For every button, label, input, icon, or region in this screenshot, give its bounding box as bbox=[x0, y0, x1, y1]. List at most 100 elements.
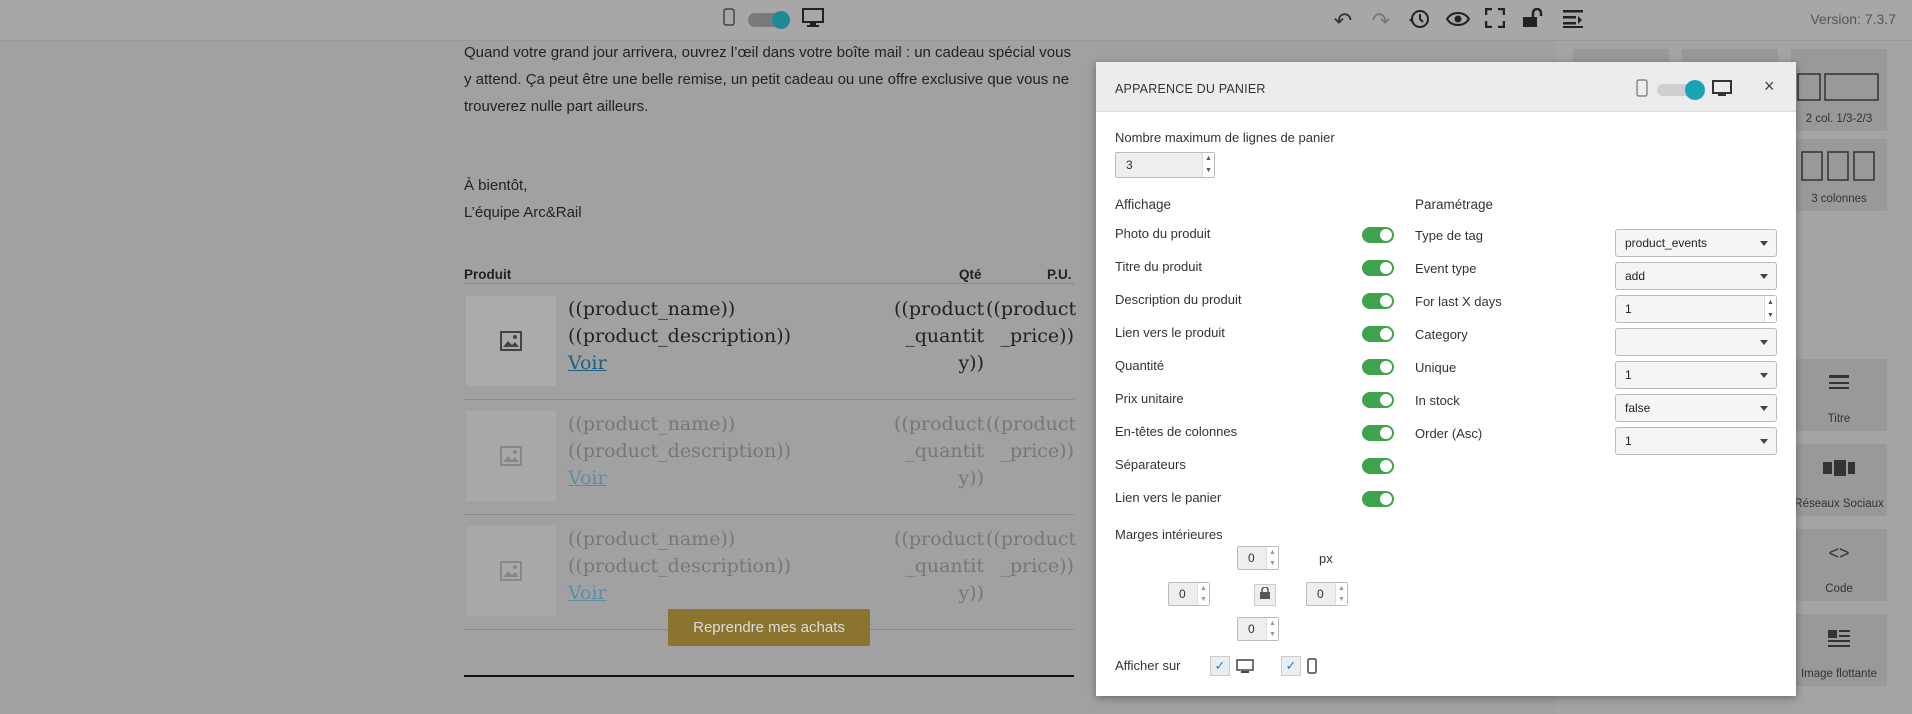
setting-label: Order (Asc) bbox=[1415, 426, 1483, 441]
qty-line: y)) bbox=[958, 582, 984, 604]
device-toggle[interactable] bbox=[748, 11, 790, 29]
undo-icon[interactable]: ↶ bbox=[1330, 8, 1356, 34]
product-description: ((product_description)) bbox=[568, 325, 792, 347]
qty-line: _quantit bbox=[905, 325, 984, 347]
show-on-label: Afficher sur bbox=[1115, 658, 1181, 673]
qty-line: y)) bbox=[958, 352, 984, 374]
resume-shopping-button[interactable]: Reprendre mes achats bbox=[668, 609, 870, 646]
product-image bbox=[466, 526, 556, 616]
show-on-mobile-checkbox[interactable]: ✓ bbox=[1281, 656, 1301, 676]
title-icon bbox=[1791, 373, 1887, 399]
close-icon[interactable]: × bbox=[1764, 76, 1775, 97]
option-label: Titre du produit bbox=[1115, 259, 1202, 274]
block-social[interactable]: Réseaux Sociaux bbox=[1791, 444, 1887, 516]
chevron-down-icon bbox=[1760, 373, 1768, 378]
toggle-column-headers[interactable] bbox=[1362, 425, 1394, 441]
stepper-arrows[interactable]: ▲ ▼ bbox=[1197, 583, 1209, 605]
product-quantity: ((product _quantit y)) bbox=[894, 411, 984, 492]
toggle-unit-price[interactable] bbox=[1362, 392, 1394, 408]
padding-value: 0 bbox=[1248, 551, 1255, 565]
product-description: ((product_description)) bbox=[568, 440, 792, 462]
block-3col[interactable]: 3 colonnes bbox=[1791, 139, 1887, 211]
max-lines-label: Nombre maximum de lignes de panier bbox=[1115, 130, 1335, 145]
product-link[interactable]: Voir bbox=[568, 580, 791, 607]
chevron-down-icon bbox=[1760, 274, 1768, 279]
padding-value: 0 bbox=[1248, 622, 1255, 636]
desktop-icon bbox=[1236, 659, 1254, 679]
qty-line: ((product bbox=[894, 298, 985, 320]
event-type-select[interactable]: add bbox=[1615, 262, 1777, 290]
dialog-device-toggle[interactable] bbox=[1657, 80, 1705, 100]
product-info: ((product_name)) ((product_description))… bbox=[568, 296, 791, 377]
redo-icon[interactable]: ↷ bbox=[1368, 8, 1394, 34]
cart-appearance-dialog: APPARENCE DU PANIER × Nombre maximum de … bbox=[1096, 62, 1796, 696]
stepper-arrows[interactable]: ▲ ▼ bbox=[1266, 618, 1278, 640]
tag-type-select[interactable]: product_events bbox=[1615, 229, 1777, 257]
number-value: 1 bbox=[1625, 302, 1632, 316]
unique-select[interactable]: 1 bbox=[1615, 361, 1777, 389]
option-label: Quantité bbox=[1115, 358, 1165, 373]
product-price: ((product _price)) bbox=[986, 526, 1076, 580]
show-on-desktop-checkbox[interactable]: ✓ bbox=[1210, 656, 1230, 676]
max-lines-input[interactable]: 3 ▲ ▼ bbox=[1115, 152, 1215, 178]
email-signature[interactable]: L’équipe Arc&Rail bbox=[464, 199, 582, 226]
qty-line: _quantit bbox=[905, 440, 984, 462]
block-2col-1-3[interactable]: 2 col. 1/3-2/3 bbox=[1791, 49, 1887, 131]
col-price: P.U. bbox=[1047, 267, 1072, 282]
category-select[interactable] bbox=[1615, 328, 1777, 356]
price-line: _price)) bbox=[1000, 440, 1074, 462]
cart-row[interactable]: ((product_name)) ((product_description))… bbox=[464, 286, 1076, 400]
toggle-description[interactable] bbox=[1362, 293, 1394, 309]
option-label: Lien vers le produit bbox=[1115, 325, 1225, 340]
padding-top-input[interactable]: 0 ▲ ▼ bbox=[1237, 546, 1279, 570]
product-link[interactable]: Voir bbox=[568, 350, 791, 377]
toggle-separators[interactable] bbox=[1362, 458, 1394, 474]
unlock-icon[interactable] bbox=[1520, 7, 1546, 34]
toggle-cart-link[interactable] bbox=[1362, 491, 1394, 507]
fullscreen-icon[interactable] bbox=[1482, 7, 1508, 34]
order-select[interactable]: 1 bbox=[1615, 427, 1777, 455]
stepper-arrows[interactable]: ▲ ▼ bbox=[1335, 583, 1347, 605]
option-label: En-têtes de colonnes bbox=[1115, 424, 1238, 439]
padding-bottom-input[interactable]: 0 ▲ ▼ bbox=[1237, 617, 1279, 641]
select-value: product_events bbox=[1625, 236, 1708, 250]
block-code[interactable]: <> Code bbox=[1791, 529, 1887, 601]
option-label: Prix unitaire bbox=[1115, 391, 1184, 406]
block-title[interactable]: Titre bbox=[1791, 359, 1887, 431]
padding-left-input[interactable]: 0 ▲ ▼ bbox=[1168, 582, 1210, 606]
last-days-input[interactable]: 1 ▲ ▼ bbox=[1615, 295, 1777, 323]
mobile-icon[interactable] bbox=[1636, 79, 1648, 102]
mobile-icon[interactable] bbox=[716, 8, 742, 34]
stepper-arrows[interactable]: ▲ ▼ bbox=[1764, 296, 1776, 322]
select-value: false bbox=[1625, 401, 1651, 415]
lock-icon[interactable] bbox=[1254, 584, 1276, 606]
email-paragraph[interactable]: Quand votre grand jour arrivera, ouvrez … bbox=[464, 39, 1074, 120]
product-name: ((product_name)) bbox=[568, 413, 736, 435]
product-price: ((product _price)) bbox=[986, 296, 1076, 350]
in-stock-select[interactable]: false bbox=[1615, 394, 1777, 422]
cart-row[interactable]: ((product_name)) ((product_description))… bbox=[464, 401, 1076, 515]
price-line: _price)) bbox=[1000, 555, 1074, 577]
layout-panel-icon[interactable] bbox=[1560, 8, 1586, 34]
toggle-quantity[interactable] bbox=[1362, 359, 1394, 375]
history-icon[interactable] bbox=[1406, 8, 1432, 34]
stepper-arrows[interactable]: ▲ ▼ bbox=[1202, 153, 1214, 177]
desktop-icon[interactable] bbox=[800, 8, 826, 34]
stepper-arrows[interactable]: ▲ ▼ bbox=[1266, 547, 1278, 569]
qty-line: ((product bbox=[894, 528, 985, 550]
product-info: ((product_name)) ((product_description))… bbox=[568, 526, 791, 607]
block-floating-image[interactable]: Image flottante bbox=[1791, 614, 1887, 686]
toggle-photo[interactable] bbox=[1362, 227, 1394, 243]
setting-label: Event type bbox=[1415, 261, 1477, 276]
toggle-title[interactable] bbox=[1362, 260, 1394, 276]
padding-right-input[interactable]: 0 ▲ ▼ bbox=[1306, 582, 1348, 606]
version-label: Version: 7.3.7 bbox=[1810, 11, 1896, 27]
preview-eye-icon[interactable] bbox=[1445, 8, 1471, 34]
select-value: 1 bbox=[1625, 434, 1632, 448]
desktop-icon[interactable] bbox=[1712, 80, 1732, 103]
setting-label: In stock bbox=[1415, 393, 1460, 408]
product-link[interactable]: Voir bbox=[568, 465, 791, 492]
toggle-product-link[interactable] bbox=[1362, 326, 1394, 342]
settings-heading: Paramétrage bbox=[1415, 197, 1494, 212]
email-signoff[interactable]: À bientôt, bbox=[464, 172, 527, 199]
